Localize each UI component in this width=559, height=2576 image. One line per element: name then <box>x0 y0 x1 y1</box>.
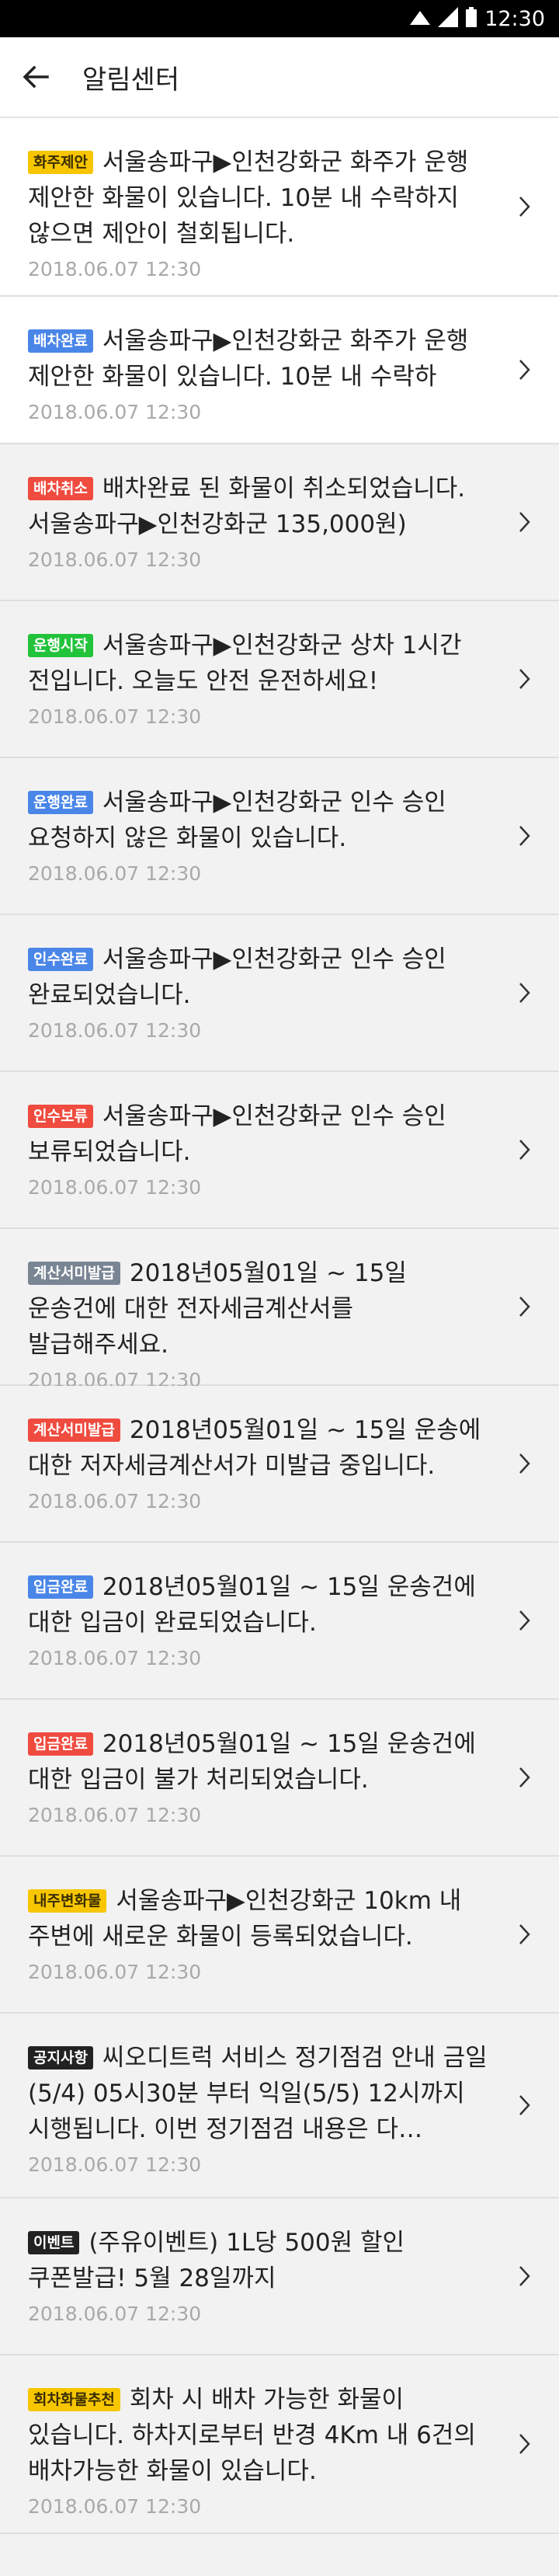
notification-badge: 화주제안 <box>28 151 93 174</box>
notification-date: 2018.06.07 12:30 <box>28 2303 202 2325</box>
notification-message: 화주제안 서울송파구▶인천강화군 화주가 운행 제안한 화물이 있습니다. 10분… <box>28 144 489 252</box>
chevron-right-icon <box>517 1137 533 1162</box>
notification-message: 운행완료 서울송파구▶인천강화군 인수 승인 요청하지 않은 화물이 있습니다. <box>28 785 489 856</box>
notification-text: 2018년05월01일 ~ 15일 운송건에 대한 입금이 불가 처리되었습니다… <box>28 1730 476 1794</box>
notification-item[interactable]: 회차화물추천 회차 시 배차 가능한 화물이 있습니다. 하차지로부터 반경 4K… <box>0 2355 559 2534</box>
back-arrow-icon[interactable] <box>17 58 54 96</box>
notification-item[interactable]: 공지사항 씨오디트럭 서비스 정기점검 안내 금일(5/4) 05시30분 부터 … <box>0 2014 559 2198</box>
notification-badge: 회차화물추천 <box>28 2388 120 2411</box>
notification-item[interactable]: 계산서미발급 2018년05월01일 ~ 15일 운송에 대한 저자세금계산서가 … <box>0 1386 559 1543</box>
notification-item[interactable]: 내주변화물 서울송파구▶인천강화군 10km 내 주변에 새로운 화물이 등록되었… <box>0 1857 559 2014</box>
notification-badge: 이벤트 <box>28 2231 80 2254</box>
notification-date: 2018.06.07 12:30 <box>28 548 202 571</box>
notification-item[interactable]: 인수보류 서울송파구▶인천강화군 인수 승인 보류되었습니다. 2018.06.07… <box>0 1072 559 1229</box>
notification-text: 씨오디트럭 서비스 정기점검 안내 금일(5/4) 05시30분 부터 익일(5… <box>28 2044 488 2143</box>
notification-message: 계산서미발급 2018년05월01일 ~ 15일 운송에 대한 저자세금계산서가 … <box>28 1412 489 1484</box>
chevron-right-icon <box>517 667 533 691</box>
notification-message: 계산서미발급 2018년05월01일 ~ 15일 운송건에 대한 전자세금계산서를… <box>28 1255 489 1363</box>
clock: 12:30 <box>484 6 545 31</box>
notification-item[interactable]: 계산서미발급 2018년05월01일 ~ 15일 운송건에 대한 전자세금계산서를… <box>0 1229 559 1391</box>
notification-message: 배차취소 배차완료 된 화물이 취소되었습니다. 서울송파구▶인천강화군 135,… <box>28 471 489 542</box>
notification-badge: 배차취소 <box>28 477 93 500</box>
chevron-right-icon <box>517 823 533 848</box>
notification-date: 2018.06.07 12:30 <box>28 1176 202 1199</box>
notification-message: 입금완료 2018년05월01일 ~ 15일 운송건에 대한 입금이 완료되었습니… <box>28 1569 489 1641</box>
notification-date: 2018.06.07 12:30 <box>28 1019 202 1042</box>
notification-badge: 인수완료 <box>28 948 93 971</box>
notification-text: 서울송파구▶인천강화군 화주가 운행 제안한 화물이 있습니다. 10분 내 수… <box>28 148 469 248</box>
notification-badge: 배차완료 <box>28 329 93 353</box>
notification-item[interactable]: 배차완료 서울송파구▶인천강화군 화주가 운행 제안한 화물이 있습니다. 10분… <box>0 297 559 444</box>
notification-badge: 인수보류 <box>28 1105 93 1128</box>
notification-message: 공지사항 씨오디트럭 서비스 정기점검 안내 금일(5/4) 05시30분 부터 … <box>28 2040 489 2147</box>
notification-item[interactable]: 배차취소 배차완료 된 화물이 취소되었습니다. 서울송파구▶인천강화군 135,… <box>0 444 559 601</box>
notification-item[interactable]: 화주제안 서울송파구▶인천강화군 화주가 운행 제안한 화물이 있습니다. 10분… <box>0 118 559 297</box>
notification-text: 서울송파구▶인천강화군 화주가 운행 제안한 화물이 있습니다. 10분 내 수… <box>28 327 469 391</box>
chevron-right-icon <box>517 1608 533 1633</box>
notification-message: 인수완료 서울송파구▶인천강화군 인수 승인 완료되었습니다. <box>28 942 489 1013</box>
notification-item[interactable]: 인수완료 서울송파구▶인천강화군 인수 승인 완료되었습니다. 2018.06.07… <box>0 915 559 1072</box>
notification-message: 이벤트 (주유이벤트) 1L당 500원 할인 쿠폰발급! 5월 28일까지 <box>28 2225 489 2296</box>
chevron-right-icon <box>517 1294 533 1319</box>
chevron-right-icon <box>517 1765 533 1790</box>
notification-date: 2018.06.07 12:30 <box>28 1961 202 1983</box>
notification-item[interactable]: 입금완료 2018년05월01일 ~ 15일 운송건에 대한 입금이 불가 처리되… <box>0 1700 559 1857</box>
chevron-right-icon <box>517 194 533 219</box>
chevron-right-icon <box>517 2432 533 2456</box>
notification-badge: 내주변화물 <box>28 1889 107 1913</box>
chevron-right-icon <box>517 357 533 382</box>
notification-message: 인수보류 서울송파구▶인천강화군 인수 승인 보류되었습니다. <box>28 1098 489 1170</box>
notification-text: (주유이벤트) 1L당 500원 할인 쿠폰발급! 5월 28일까지 <box>28 2229 405 2292</box>
notification-badge: 운행완료 <box>28 791 93 814</box>
notification-badge: 입금완료 <box>28 1732 93 1756</box>
notification-text: 2018년05월01일 ~ 15일 운송건에 대한 입금이 완료되었습니다. <box>28 1573 476 1637</box>
notification-badge: 입금완료 <box>28 1575 93 1599</box>
notification-message: 입금완료 2018년05월01일 ~ 15일 운송건에 대한 입금이 불가 처리되… <box>28 1726 489 1798</box>
notification-date: 2018.06.07 12:30 <box>28 1647 202 1669</box>
notification-date: 2018.06.07 12:30 <box>28 2495 202 2518</box>
chevron-right-icon <box>517 1922 533 1947</box>
chevron-right-icon <box>517 2093 533 2118</box>
notification-date: 2018.06.07 12:30 <box>28 862 202 885</box>
notification-text: 배차완료 된 화물이 취소되었습니다. 서울송파구▶인천강화군 135,000원… <box>28 475 466 538</box>
notification-item[interactable]: 이벤트 (주유이벤트) 1L당 500원 할인 쿠폰발급! 5월 28일까지 201… <box>0 2198 559 2355</box>
chevron-right-icon <box>517 510 533 534</box>
signal-icon <box>410 8 431 30</box>
notification-message: 내주변화물 서울송파구▶인천강화군 10km 내 주변에 새로운 화물이 등록되었… <box>28 1883 489 1955</box>
app-bar: 알림센터 <box>0 37 559 118</box>
notification-message: 운행시작 서울송파구▶인천강화군 상차 1시간 전입니다. 오늘도 안전 운전하세… <box>28 628 489 699</box>
notification-badge: 운행시작 <box>28 634 93 657</box>
notification-date: 2018.06.07 12:30 <box>28 705 202 728</box>
notification-item[interactable]: 운행시작 서울송파구▶인천강화군 상차 1시간 전입니다. 오늘도 안전 운전하세… <box>0 601 559 758</box>
notification-badge: 계산서미발급 <box>28 1419 120 1442</box>
notification-date: 2018.06.07 12:30 <box>28 401 202 423</box>
status-bar: 12:30 <box>0 0 559 37</box>
notification-message: 회차화물추천 회차 시 배차 가능한 화물이 있습니다. 하차지로부터 반경 4K… <box>28 2382 489 2489</box>
notification-badge: 공지사항 <box>28 2046 93 2070</box>
chevron-right-icon <box>517 1451 533 1476</box>
notification-date: 2018.06.07 12:30 <box>28 258 202 280</box>
chevron-right-icon <box>517 2264 533 2289</box>
chevron-right-icon <box>517 980 533 1005</box>
notification-badge: 계산서미발급 <box>28 1262 120 1285</box>
notification-item[interactable]: 입금완료 2018년05월01일 ~ 15일 운송건에 대한 입금이 완료되었습니… <box>0 1543 559 1700</box>
notification-item[interactable]: 운행완료 서울송파구▶인천강화군 인수 승인 요청하지 않은 화물이 있습니다. 2… <box>0 758 559 915</box>
notification-date: 2018.06.07 12:30 <box>28 2153 202 2176</box>
notification-date: 2018.06.07 12:30 <box>28 1804 202 1826</box>
battery-icon <box>466 7 477 30</box>
cellular-icon <box>438 7 459 30</box>
page-title: 알림센터 <box>82 64 180 96</box>
notification-message: 배차완료 서울송파구▶인천강화군 화주가 운행 제안한 화물이 있습니다. 10분… <box>28 323 489 395</box>
notification-list: 화주제안 서울송파구▶인천강화군 화주가 운행 제안한 화물이 있습니다. 10분… <box>0 118 559 2534</box>
notification-date: 2018.06.07 12:30 <box>28 1490 202 1513</box>
